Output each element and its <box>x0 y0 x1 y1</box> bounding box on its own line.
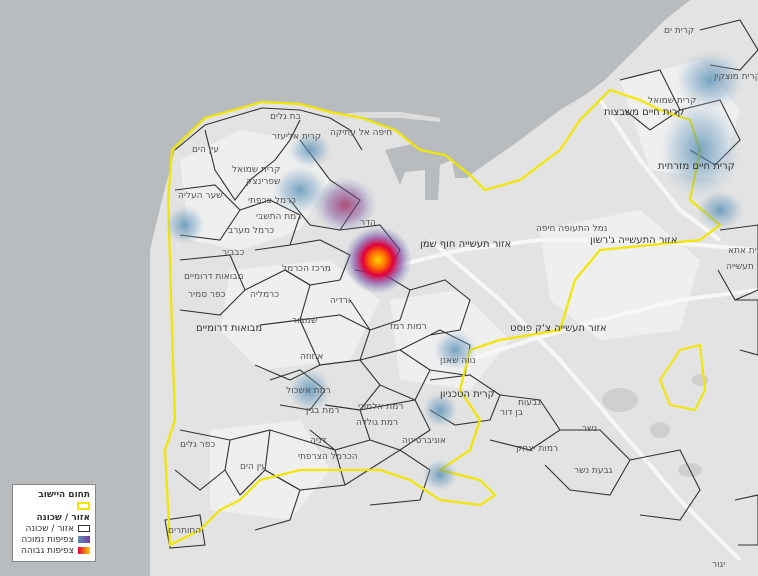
label-ramat-golda: רמת גולדה <box>356 418 399 428</box>
label-shaar-haaliya: שער העליה <box>178 191 223 201</box>
label-industrial-zone: אזור תעשייה <box>726 262 758 272</box>
legend-low-swatch <box>78 536 90 543</box>
label-university: אוניברסיטה <box>402 436 446 446</box>
label-kiryat-haim-mishbatzot: קרית חיים משבצות <box>604 107 685 118</box>
label-kiryat-shmuel: קרית שמואל <box>232 165 281 175</box>
label-givat-nesher: גבעת נשר <box>574 466 613 476</box>
label-industrial-gershon: אזור התעשייה ג'רשון <box>590 235 678 246</box>
label-kiryat-haim-east: קרית חיים מזרחית <box>658 161 735 172</box>
label-ein-hayam-south: עין הים <box>240 462 267 472</box>
heat-map: בת גלים קרית אליעזר חיפה אל עתיקה עין הי… <box>0 0 758 576</box>
label-givaot: גבעות <box>518 398 541 408</box>
label-kiryat-yam: קרית ים <box>664 26 695 36</box>
label-ramat-tishbi: רמת התשבי <box>256 212 302 222</box>
label-neve-shaanan: נווה שאנן <box>440 356 476 366</box>
label-denya: דניה <box>310 436 327 446</box>
label-ramat-begin: רמת בגין <box>306 406 340 416</box>
label-industrial-hof-shemen: אזור תעשייה חוף שמן <box>420 239 512 250</box>
label-kfar-galim: כפר גלים <box>180 440 216 450</box>
label-bat-galim: בת גלים <box>270 112 301 122</box>
label-haifa-airport: נמל התעופה חיפה <box>536 224 608 234</box>
heat-blob <box>272 166 328 214</box>
label-ahuza: אחוזה <box>300 352 324 362</box>
label-kiryat-technion: קרית הטכניון <box>440 389 495 400</box>
label-mevoot-1: מבואות דרומיים <box>184 272 244 282</box>
legend-subtitle-row: אזור / שכונה <box>18 512 91 523</box>
label-ben-dor: בן דור <box>500 408 523 418</box>
legend-item: צפיפות גבוהה <box>18 545 90 556</box>
legend-high-swatch <box>78 547 90 554</box>
label-old-haifa: חיפה אל עתיקה <box>330 128 393 138</box>
label-ramat-almogi: רמת אלמוגי <box>358 402 404 412</box>
label-french-carmel: הכרמל הצרפתי <box>298 452 358 462</box>
label-ein-hayam: עין הים <box>192 145 219 155</box>
label-mevoot-2: מבואות דרומיים <box>196 323 263 334</box>
legend-outline-swatch <box>78 525 90 532</box>
label-kfar-samir: כפר סמיר <box>188 290 226 300</box>
heat-blob <box>344 226 412 294</box>
legend-boundary-swatch <box>77 501 90 510</box>
label-kababir: כבביר <box>222 248 245 258</box>
legend-item: צפיפות נמוכה <box>18 534 90 545</box>
label-kiryat-motzkin: קרית מוצקין <box>714 72 758 82</box>
label-ramot-remez: רמות רמז <box>390 322 427 332</box>
heat-blob <box>696 190 744 230</box>
label-merkaz-carmel: מרכז הכרמל <box>282 264 331 274</box>
label-yagur: יגור <box>712 560 726 570</box>
heat-blob <box>422 459 458 491</box>
legend-subtitle: אזור / שכונה <box>36 512 91 523</box>
label-kiryat-eliezer: קרית אליעזר <box>272 132 322 142</box>
label-kiryat-shmuel-north: קרית שמואל <box>648 96 697 106</box>
label-carmel-west: כרמל מערבי <box>226 226 274 236</box>
map-legend: תחום היישוב אזור / שכונה אזור / שכונה צפ… <box>12 484 96 562</box>
legend-item-label: צפיפות נמוכה <box>21 534 74 545</box>
label-kiryat-ata: קרית אתא <box>728 246 758 256</box>
label-vardia: ורדיה <box>330 296 351 306</box>
map-canvas <box>0 0 758 576</box>
legend-title-row: תחום היישוב <box>18 489 90 500</box>
legend-boundary-row <box>18 500 90 511</box>
label-industrial-checkpost: אזור תעשייה צ'ק פוסט <box>510 323 607 334</box>
legend-item-label: צפיפות גבוהה <box>21 545 74 556</box>
label-hadar: הדר <box>360 218 376 228</box>
legend-item: אזור / שכונה <box>18 523 90 534</box>
label-sprinzak: שפרינצק <box>246 177 281 187</box>
label-shambur: שמבור <box>292 316 318 326</box>
label-hahotrim: החותרים <box>168 526 202 536</box>
label-ramat-eshkol: רמת אשכול <box>286 386 331 396</box>
label-nesher: נשר <box>582 424 598 434</box>
label-carmelia: כרמליה <box>250 290 279 300</box>
label-ramot-yitzhak: רמות יצחק <box>516 444 559 454</box>
heat-blob <box>165 205 205 245</box>
legend-title: תחום היישוב <box>38 489 90 500</box>
label-carmel-tzarfati: כרמל צרפתי <box>248 196 296 206</box>
legend-item-label: אזור / שכונה <box>25 523 75 534</box>
